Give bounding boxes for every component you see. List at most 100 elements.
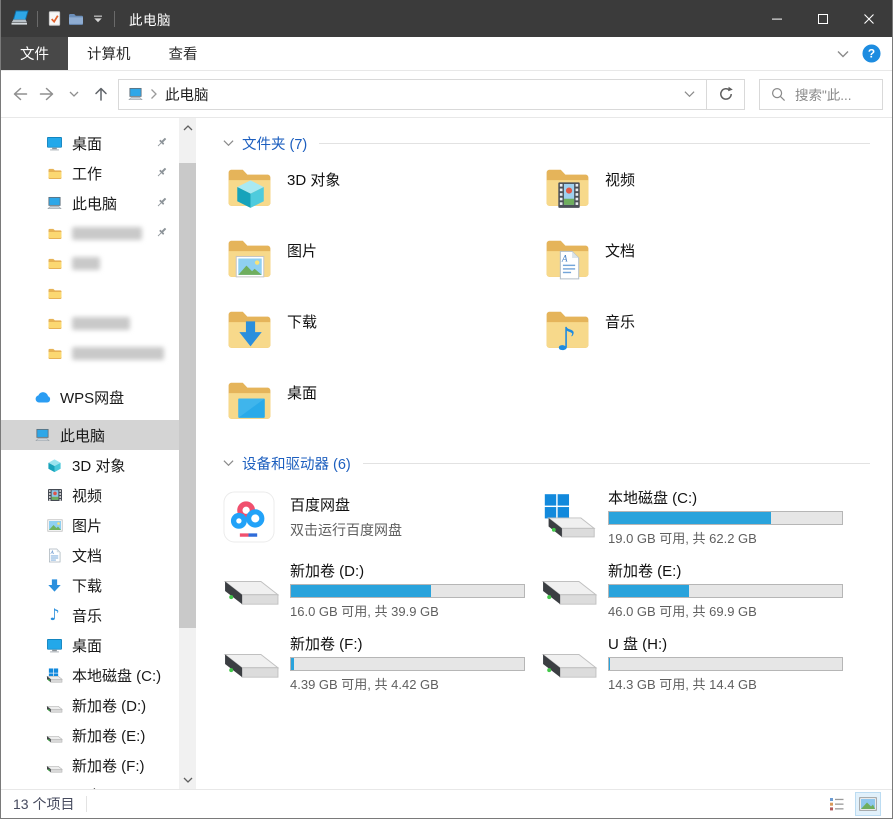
window-title: 此电脑 <box>129 9 171 29</box>
this-pc-icon <box>10 7 32 31</box>
desktop-icon <box>45 638 64 653</box>
folder-tile-music[interactable]: ♪音乐 <box>541 302 859 373</box>
sidebar-item-drive-21[interactable]: U 盘 (H:) <box>1 780 179 789</box>
sidebar-item-folder-1[interactable]: 工作 <box>1 158 179 188</box>
folder-tile-desktop[interactable]: 桌面 <box>223 373 541 444</box>
sidebar-item-redacted-4[interactable] <box>1 248 179 278</box>
search-icon <box>771 87 786 102</box>
folder-tile-picture[interactable]: 图片 <box>223 231 541 302</box>
sidebar-item-desktop-0[interactable]: 桌面 <box>1 128 179 158</box>
device-tile-drive-3[interactable]: 新加卷 (E:)46.0 GB 可用, 共 69.9 GB <box>541 553 859 626</box>
toolbar-separator <box>114 11 115 27</box>
sidebar-item-label: 音乐 <box>72 605 102 626</box>
device-tile-drive-1[interactable]: 本地磁盘 (C:)19.0 GB 可用, 共 62.2 GB <box>541 480 859 553</box>
maximize-button[interactable] <box>800 0 846 37</box>
folder-icon <box>45 227 64 240</box>
minimize-button[interactable] <box>754 0 800 37</box>
sidebar-item-cube-10[interactable]: 3D 对象 <box>1 450 179 480</box>
folder-tile-video[interactable]: 视频 <box>541 160 859 231</box>
folder-cube-icon <box>223 160 276 213</box>
scroll-down-icon[interactable] <box>179 771 196 788</box>
sidebar-item-video-11[interactable]: 视频 <box>1 480 179 510</box>
disk-usage-bar <box>608 657 843 671</box>
cloud-icon <box>33 390 52 404</box>
navigation-pane: 桌面工作此电脑WPS网盘此电脑3D 对象视频图片A文档下载♪音乐桌面本地磁盘 (… <box>1 118 179 789</box>
download-icon <box>45 578 64 593</box>
drive-win-icon <box>45 668 64 683</box>
properties-icon[interactable] <box>43 7 65 31</box>
sidebar-item-label: WPS网盘 <box>60 387 124 408</box>
redacted-label <box>72 227 142 240</box>
sidebar-item-music-15[interactable]: ♪音乐 <box>1 600 179 630</box>
section-header-devices[interactable]: 设备和驱动器 (6) <box>223 452 870 474</box>
sidebar-item-drive-win-17[interactable]: 本地磁盘 (C:) <box>1 660 179 690</box>
tab-view[interactable]: 查看 <box>150 37 217 70</box>
navigation-bar: 此电脑 搜索"此... <box>1 71 892 118</box>
back-button[interactable] <box>6 80 33 108</box>
sidebar-item-redacted-5[interactable] <box>1 278 179 308</box>
collapse-ribbon-chevron-icon[interactable] <box>837 50 849 58</box>
folder-icon <box>45 167 64 180</box>
thumbnails-view-button[interactable] <box>856 793 880 815</box>
close-button[interactable] <box>846 0 892 37</box>
qat-dropdown-icon[interactable] <box>87 7 109 31</box>
status-separator <box>86 796 87 812</box>
sidebar-item-redacted-7[interactable] <box>1 338 179 368</box>
device-tile-baidu[interactable]: 百度网盘双击运行百度网盘 <box>223 480 541 553</box>
sidebar-item-label: 图片 <box>72 515 102 536</box>
sidebar-item-redacted-6[interactable] <box>1 308 179 338</box>
sidebar-scrollbar[interactable] <box>179 118 196 789</box>
sidebar-item-redacted-3[interactable] <box>1 218 179 248</box>
address-bar[interactable]: 此电脑 <box>118 79 707 110</box>
address-dropdown-chevron-icon[interactable] <box>673 80 706 109</box>
folder-tile-cube[interactable]: 3D 对象 <box>223 160 541 231</box>
sidebar-item-document-13[interactable]: A文档 <box>1 540 179 570</box>
folder-tile-document[interactable]: A 文档 <box>541 231 859 302</box>
scrollbar-thumb[interactable] <box>179 163 196 628</box>
device-title: 新加卷 (F:) <box>290 633 525 654</box>
breadcrumb[interactable]: 此电脑 <box>165 84 209 105</box>
sidebar-item-label: 工作 <box>72 163 102 184</box>
device-tile-drive-5[interactable]: U 盘 (H:)14.3 GB 可用, 共 14.4 GB <box>541 626 859 699</box>
forward-button[interactable] <box>33 80 60 108</box>
details-view-button[interactable] <box>825 793 849 815</box>
sidebar-item-drive-20[interactable]: 新加卷 (F:) <box>1 750 179 780</box>
tile-label: 音乐 <box>605 311 635 332</box>
tab-computer[interactable]: 计算机 <box>68 37 150 70</box>
sidebar-item-picture-12[interactable]: 图片 <box>1 510 179 540</box>
breadcrumb-chevron-icon[interactable] <box>150 88 158 100</box>
disk-free-caption: 4.39 GB 可用, 共 4.42 GB <box>290 674 525 693</box>
up-button[interactable] <box>87 80 114 108</box>
recent-locations-chevron-icon[interactable] <box>60 80 87 108</box>
sidebar-item-cloud-8[interactable]: WPS网盘 <box>1 382 179 412</box>
status-bar: 13 个项目 <box>1 789 892 818</box>
sidebar-item-label: U 盘 (H:) <box>72 785 131 790</box>
sidebar-item-drive-19[interactable]: 新加卷 (E:) <box>1 720 179 750</box>
section-header-folders[interactable]: 文件夹 (7) <box>223 132 870 154</box>
sidebar-item-download-14[interactable]: 下载 <box>1 570 179 600</box>
drive-icon <box>223 646 290 680</box>
folder-document-icon: A <box>541 231 594 284</box>
device-tile-drive-2[interactable]: 新加卷 (D:)16.0 GB 可用, 共 39.9 GB <box>223 553 541 626</box>
tab-file[interactable]: 文件 <box>1 37 68 70</box>
sidebar-item-label: 下载 <box>72 575 102 596</box>
chevron-down-icon[interactable] <box>223 139 234 147</box>
refresh-button[interactable] <box>707 79 745 110</box>
section-title: 文件夹 (7) <box>242 133 307 154</box>
drive-icon <box>45 758 64 773</box>
folders-grid: 3D 对象视频图片A 文档下载♪音乐桌面 <box>223 160 870 444</box>
folder-tile-download[interactable]: 下载 <box>223 302 541 373</box>
search-input[interactable]: 搜索"此... <box>759 79 883 110</box>
video-icon <box>45 488 64 502</box>
tile-label: 文档 <box>605 240 635 261</box>
new-folder-icon[interactable] <box>65 7 87 31</box>
device-tile-drive-4[interactable]: 新加卷 (F:) 4.39 GB 可用, 共 4.42 GB <box>223 626 541 699</box>
scroll-up-icon[interactable] <box>179 119 196 136</box>
chevron-down-icon[interactable] <box>223 459 234 467</box>
sidebar-item-desktop-16[interactable]: 桌面 <box>1 630 179 660</box>
sidebar-item-computer-9[interactable]: 此电脑 <box>1 420 179 450</box>
sidebar-item-computer-2[interactable]: 此电脑 <box>1 188 179 218</box>
folder-video-icon <box>541 160 594 213</box>
sidebar-item-drive-18[interactable]: 新加卷 (D:) <box>1 690 179 720</box>
help-button[interactable]: ? <box>862 44 881 63</box>
